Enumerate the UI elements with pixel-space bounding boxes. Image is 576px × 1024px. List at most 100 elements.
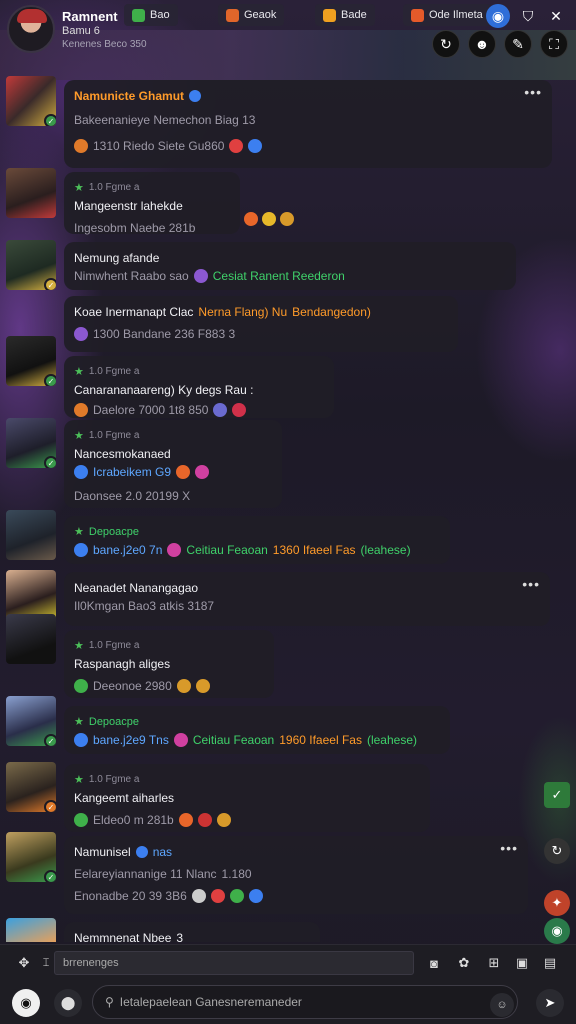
emoji-icon[interactable]: [167, 543, 182, 557]
refresh-icon[interactable]: ↻: [544, 838, 570, 864]
emoji-icon[interactable]: [213, 403, 228, 417]
tab-ode-ilmeta[interactable]: Ode Ilmeta: [403, 4, 491, 26]
emoji-icon: [74, 733, 88, 747]
avatar[interactable]: [6, 168, 56, 218]
avatar[interactable]: ✓: [6, 240, 56, 290]
smile-icon[interactable]: [195, 679, 210, 693]
highlight-text: Cesiat Ranent Reederon: [212, 269, 345, 283]
verified-icon: ✓: [44, 734, 56, 746]
document-icon[interactable]: ▤: [540, 953, 560, 973]
reaction-summary: Nimwhent Raabo sao: [74, 269, 189, 283]
fire-icon[interactable]: [210, 889, 225, 903]
emoji-icon[interactable]: [248, 889, 263, 903]
composer: ✥ ⌶ ◙ ✿ ⊞ ▣ ▤ ◉ ⬤ ⚲ Ietalepaelean Ganesn…: [0, 944, 576, 1024]
more-options-icon[interactable]: •••: [522, 576, 540, 592]
gamepad-icon[interactable]: ⊞: [484, 953, 504, 973]
more-options-icon[interactable]: •••: [500, 840, 518, 856]
tab-bade[interactable]: Bade: [315, 4, 375, 26]
refresh-button[interactable]: ↻: [432, 30, 460, 58]
location-icon[interactable]: ⬤: [54, 989, 82, 1017]
globe-icon[interactable]: ◉: [544, 918, 570, 944]
fire-icon[interactable]: ✦: [544, 890, 570, 916]
heart-icon[interactable]: [197, 813, 212, 827]
text-icon[interactable]: ⌶: [36, 953, 56, 973]
bao-icon: [132, 8, 145, 22]
verified-icon[interactable]: [248, 139, 263, 153]
sender-name[interactable]: Namunicte Ghamut: [74, 87, 184, 105]
discord-icon[interactable]: ◉: [12, 989, 40, 1017]
smile-icon[interactable]: [176, 679, 191, 693]
tab-bao[interactable]: Bao: [124, 4, 178, 26]
tab-geaok[interactable]: Geaok: [218, 4, 285, 26]
star-icon: ★: [74, 182, 84, 194]
message-text: Mangeenstr lahekde: [74, 199, 183, 213]
message-input[interactable]: [54, 951, 414, 975]
fire-icon[interactable]: [229, 139, 244, 153]
message-text: Nancesmokanaed: [74, 447, 171, 461]
smile-icon[interactable]: [262, 212, 276, 226]
message-tail: Bendangedon): [292, 305, 371, 319]
camera-icon[interactable]: ◙: [424, 953, 444, 973]
message-text: bane.j2e9 Tns: [93, 733, 169, 747]
avatar[interactable]: [6, 614, 56, 664]
smile-icon[interactable]: [216, 813, 231, 827]
message-text: Kangeemt aiharles: [74, 791, 175, 805]
emoji-icon[interactable]: [191, 889, 206, 903]
reaction-summary: Eldeo0 m 281b: [93, 813, 174, 827]
tab-label: Bao: [150, 9, 170, 21]
checkmark-icon[interactable]: ✓: [544, 782, 570, 808]
smile-icon[interactable]: [280, 212, 294, 226]
avatar[interactable]: ✓: [6, 832, 56, 882]
send-icon[interactable]: ➤: [536, 989, 564, 1017]
message-meta: 1.0 Fgme a: [88, 774, 140, 785]
emoji-icon[interactable]: [193, 269, 208, 283]
reaction-summary: 1310 Riedo Siete Gu860: [93, 139, 225, 153]
fire-icon[interactable]: [178, 813, 193, 827]
settings-icon[interactable]: ✿: [454, 953, 474, 973]
emoji-icon[interactable]: [173, 733, 188, 747]
image-icon[interactable]: ▣: [512, 953, 532, 973]
globe-icon[interactable]: ◉: [486, 4, 510, 28]
avatar[interactable]: ✓: [6, 336, 56, 386]
geaok-icon: [226, 8, 239, 22]
heart-icon[interactable]: [232, 403, 247, 417]
emoji-icon[interactable]: [176, 465, 191, 479]
fullscreen-button[interactable]: ⛶: [540, 30, 568, 58]
sender-name[interactable]: Namunisel: [74, 843, 131, 861]
move-icon[interactable]: ✥: [14, 953, 34, 973]
message-text: Nemmnenat Nbee: [74, 931, 172, 942]
profile-avatar[interactable]: [7, 5, 55, 53]
avatar[interactable]: ✓: [6, 76, 56, 126]
more-options-icon[interactable]: •••: [524, 84, 542, 100]
emoji-picker-icon[interactable]: ☺: [490, 993, 514, 1017]
close-icon[interactable]: ✕: [544, 4, 568, 28]
avatar[interactable]: [6, 570, 56, 620]
profile-button[interactable]: ☻: [468, 30, 496, 58]
search-bar[interactable]: ⚲ Ietalepaelean Ganesneremaneder: [92, 985, 518, 1019]
chat-feed[interactable]: ✓ Namunicte Ghamut Bakeenanieye Nemechon…: [0, 68, 576, 942]
avatar[interactable]: [6, 510, 56, 560]
reaction-summary: Daonsee 2.0 20199 X: [74, 489, 191, 503]
avatar[interactable]: ✓: [6, 696, 56, 746]
emoji-icon: [74, 543, 88, 557]
message-bubble: Namunicte Ghamut Bakeenanieye Nemechon B…: [64, 80, 552, 168]
edit-button[interactable]: ✎: [504, 30, 532, 58]
avatar[interactable]: [6, 918, 56, 942]
emoji-icon[interactable]: [229, 889, 244, 903]
shield-icon[interactable]: ⛉: [516, 4, 540, 28]
reaction-summary: Daelore 7000 1t8 850: [93, 403, 209, 417]
message-bubble: Koae Inermanapt Clac Nerna Flang) Nu Benda…: [64, 296, 458, 352]
tab-label: Ode Ilmeta: [429, 9, 483, 21]
message-highlight: Nerna Flang) Nu: [198, 305, 288, 319]
highlight-text: Ceitiau Feaoan: [186, 543, 268, 557]
fire-icon[interactable]: [244, 212, 258, 226]
star-icon: ★: [74, 774, 84, 786]
avatar[interactable]: ✓: [6, 762, 56, 812]
profile-name: Ramnent: [62, 9, 118, 24]
message-text: Nemung afande: [74, 251, 160, 265]
emoji-icon[interactable]: [195, 465, 210, 479]
verified-icon: ✓: [44, 870, 56, 882]
message-meta: 1.0 Fgme a: [88, 640, 140, 651]
avatar[interactable]: ✓: [6, 418, 56, 468]
message-bubble: ★ Depoacpe bane.j2e9 Tns Ceitiau Feaoan 1…: [64, 706, 450, 754]
